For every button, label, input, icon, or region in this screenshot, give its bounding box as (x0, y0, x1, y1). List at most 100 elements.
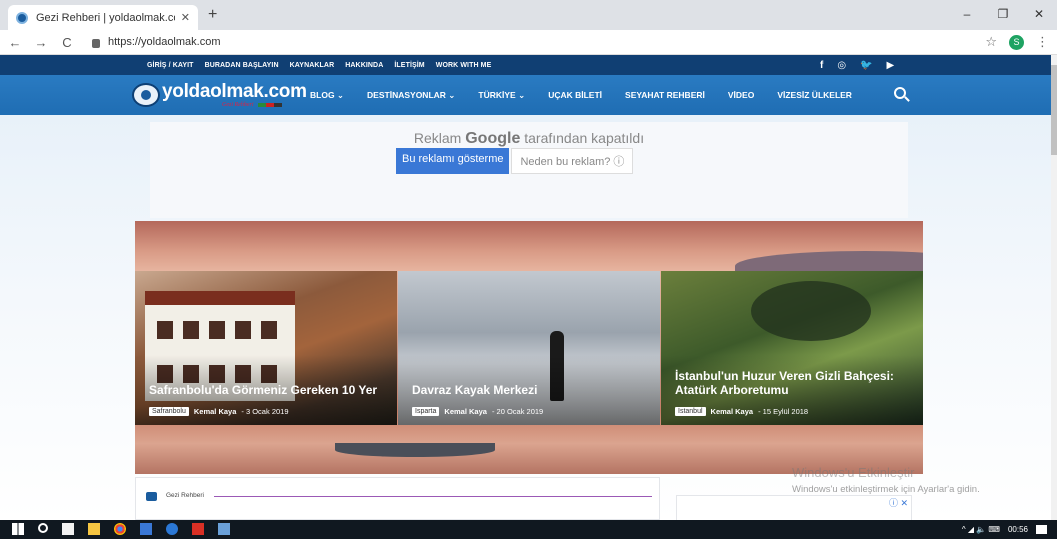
store-icon[interactable] (62, 523, 74, 535)
logo-subtitle: Gezi Rehberi (222, 102, 254, 108)
lock-icon (92, 38, 100, 48)
card-meta: Isparta Kemal Kaya - 20 Ocak 2019 (412, 407, 543, 416)
tab-title: Gezi Rehberi | yoldaolmak.com (36, 11, 175, 24)
card-title[interactable]: İstanbul'un Huzur Veren Gizli Bahçesi: A… (675, 369, 911, 397)
camera-icon (146, 492, 157, 501)
nav-turkey[interactable]: TÜRKİYE ⌄ (478, 90, 525, 101)
top-link-start[interactable]: BURADAN BAŞLAYIN (205, 62, 279, 69)
url-field[interactable]: https://yoldaolmak.com (92, 36, 221, 48)
nav-visa-free[interactable]: VİZESİZ ÜLKELER (777, 90, 852, 100)
browser-tabbar: Gezi Rehberi | yoldaolmak.com ✕ + – ❐ ✕ (0, 0, 1057, 30)
ad-buttons: Bu reklamı gösterme Neden bu reklam? ⓘ (396, 148, 634, 174)
card-image-tree (751, 281, 871, 341)
site-favicon-icon (16, 11, 28, 24)
site-header: yoldaolmak.com Gezi Rehberi BLOG ⌄ DESTİ… (0, 75, 1057, 115)
social-links: f ◎ 🐦 ▶ (820, 55, 894, 75)
card-author[interactable]: Kemal Kaya (444, 407, 487, 416)
ad-caption-post: tarafından kapatıldı (524, 130, 645, 146)
top-link-contact[interactable]: İLETİŞİM (394, 62, 424, 69)
instagram-icon[interactable]: ◎ (837, 60, 846, 71)
site-logo[interactable]: yoldaolmak.com Gezi Rehberi (132, 80, 307, 110)
youtube-icon[interactable]: ▶ (887, 60, 895, 71)
taskbar-icons (12, 523, 230, 535)
scrollbar-thumb[interactable] (1051, 65, 1057, 155)
card-category-tag[interactable]: İstanbul (675, 407, 706, 416)
profile-avatar[interactable]: S (1009, 34, 1024, 50)
card-title[interactable]: Davraz Kayak Merkezi (412, 383, 648, 397)
card-meta: Safranbolu Kemal Kaya - 3 Ocak 2019 (149, 407, 289, 416)
card-author[interactable]: Kemal Kaya (711, 407, 754, 416)
nav-blog[interactable]: BLOG ⌄ (310, 90, 344, 101)
close-window-button[interactable]: ✕ (1021, 0, 1057, 28)
card-category-tag[interactable]: Safranbolu (149, 407, 189, 416)
browser-menu-icon[interactable]: ⋮ (1036, 34, 1049, 50)
activation-watermark-sub: Windows'u etkinleştirmek için Ayarlar'a … (792, 484, 980, 495)
ad-close-icon[interactable]: ⓘ ✕ (889, 496, 908, 509)
content-section: Gezi Rehberi (135, 477, 660, 520)
featured-card-davraz[interactable]: Davraz Kayak Merkezi Isparta Kemal Kaya … (398, 271, 660, 425)
logo-text: yoldaolmak.com (162, 81, 307, 102)
card-date: - 15 Eylül 2018 (758, 407, 809, 416)
nav-destinations[interactable]: DESTİNASYONLAR ⌄ (367, 90, 455, 101)
notification-icon[interactable] (1036, 525, 1047, 534)
facebook-icon[interactable]: f (820, 60, 823, 71)
hide-ad-button[interactable]: Bu reklamı gösterme (396, 148, 510, 174)
address-bar: ← → C https://yoldaolmak.com ☆ S ⋮ (0, 30, 1057, 55)
tray-icons[interactable]: ^ ◢ 🔈 ⌨ (962, 525, 1000, 534)
window-controls: – ❐ ✕ (949, 0, 1057, 30)
featured-card-safranbolu[interactable]: Safranbolu'da Görmeniz Gereken 10 Yer Sa… (135, 271, 397, 425)
maximize-button[interactable]: ❐ (985, 0, 1021, 28)
edge-icon[interactable] (166, 523, 178, 535)
activation-watermark-title: Windows'u Etkinleştir (792, 465, 915, 480)
nav-flight-tickets[interactable]: UÇAK BİLETİ (548, 90, 602, 100)
system-tray: ^ ◢ 🔈 ⌨ 00:56 (962, 520, 1047, 539)
mail-icon[interactable] (140, 523, 152, 535)
top-link-work-with-me[interactable]: WORK WITH ME (436, 62, 492, 69)
card-date: - 3 Ocak 2019 (241, 407, 289, 416)
forward-arrow-icon[interactable]: → (30, 35, 52, 50)
back-arrow-icon[interactable]: ← (4, 35, 26, 50)
logo-badge-icon (132, 83, 160, 107)
top-link-resources[interactable]: KAYNAKLAR (290, 62, 335, 69)
nav-travel-guide[interactable]: SEYAHAT REHBERİ (625, 90, 705, 100)
card-date: - 20 Ocak 2019 (491, 407, 544, 416)
file-explorer-icon[interactable] (88, 523, 100, 535)
top-links: GİRİŞ / KAYIT BURADAN BAŞLAYIN KAYNAKLAR… (147, 55, 491, 75)
windows-taskbar: ^ ◢ 🔈 ⌨ 00:56 (0, 520, 1057, 539)
twitter-icon[interactable]: 🐦 (860, 60, 872, 71)
sidebar-ad: ⓘ ✕ (676, 495, 912, 520)
section-label[interactable]: Gezi Rehberi (166, 492, 204, 499)
top-link-about[interactable]: HAKKINDA (345, 62, 383, 69)
ad-caption-pre: Reklam (413, 130, 462, 146)
ad-closed-box: Reklam Google tarafından kapatıldı Bu re… (150, 122, 908, 218)
browser-tab[interactable]: Gezi Rehberi | yoldaolmak.com ✕ (8, 5, 198, 30)
logo-flag-stripe (258, 103, 282, 107)
featured-card-arboretum[interactable]: İstanbul'un Huzur Veren Gizli Bahçesi: A… (661, 271, 923, 425)
nav-video[interactable]: VİDEO (728, 90, 754, 100)
app-icon[interactable] (218, 523, 230, 535)
card-category-tag[interactable]: Isparta (412, 407, 440, 416)
acrobat-icon[interactable] (192, 523, 204, 535)
ad-caption-brand: Google (465, 130, 521, 147)
new-tab-button[interactable]: + (208, 6, 217, 24)
why-this-ad-button[interactable]: Neden bu reklam? ⓘ (511, 148, 634, 174)
card-author[interactable]: Kemal Kaya (194, 407, 237, 416)
address-bar-actions: ☆ S ⋮ (985, 34, 1049, 50)
tab-close-icon[interactable]: ✕ (181, 11, 190, 24)
minimize-button[interactable]: – (949, 0, 985, 28)
clock[interactable]: 00:56 (1008, 525, 1028, 534)
main-nav: BLOG ⌄ DESTİNASYONLAR ⌄ TÜRKİYE ⌄ UÇAK B… (310, 75, 875, 115)
reload-icon[interactable]: C (56, 35, 78, 50)
page-scrollbar[interactable] (1051, 55, 1057, 520)
section-divider (214, 496, 652, 497)
taskbar-search-icon[interactable] (38, 523, 48, 533)
search-icon[interactable] (894, 87, 906, 99)
windows-start-icon[interactable] (12, 523, 24, 535)
ad-caption: Reklam Google tarafından kapatıldı (150, 130, 908, 148)
top-link-login[interactable]: GİRİŞ / KAYIT (147, 62, 194, 69)
chrome-icon[interactable] (114, 523, 126, 535)
hero-boat (335, 443, 495, 457)
bookmark-star-icon[interactable]: ☆ (985, 34, 997, 50)
card-title[interactable]: Safranbolu'da Görmeniz Gereken 10 Yer (149, 383, 385, 397)
card-meta: İstanbul Kemal Kaya - 15 Eylül 2018 (675, 407, 808, 416)
